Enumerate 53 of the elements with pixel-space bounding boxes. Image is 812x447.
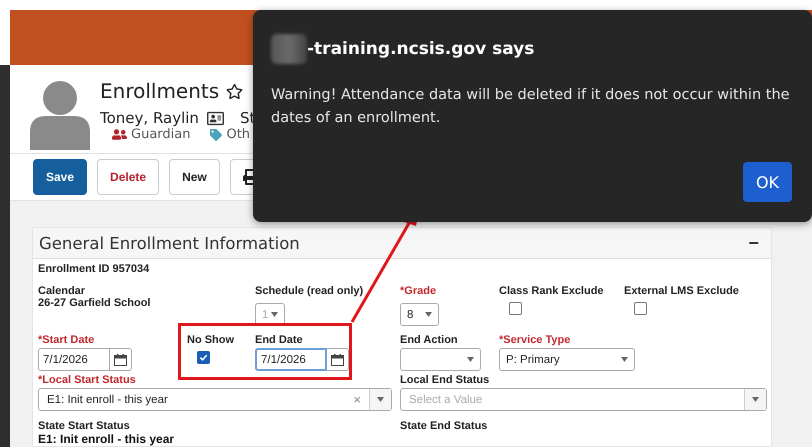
grade-select[interactable]: 8: [400, 303, 439, 326]
field-label: External LMS Exclude: [624, 285, 739, 297]
field-label: *Service Type: [499, 334, 570, 346]
toolbar-button[interactable]: Delete: [97, 159, 160, 195]
star-icon[interactable]: [226, 82, 244, 100]
dialog-title: -training.ncsis.gov says: [307, 39, 534, 59]
local-start-status-select[interactable]: E1: Init enroll - this year ×: [38, 388, 392, 411]
collapse-button[interactable]: −: [748, 232, 759, 254]
student-name: Toney, Raylin: [100, 109, 199, 127]
enrollment-id: Enrollment ID 957034: [38, 263, 150, 275]
header-link[interactable]: Oth: [210, 127, 250, 142]
field-label: *Grade: [400, 285, 436, 297]
field-label: *Local Start Status: [38, 374, 136, 386]
calendar-value: 26-27 Garfield School: [38, 297, 150, 309]
checkbox[interactable]: [634, 302, 647, 315]
field-label: End Date: [255, 334, 303, 346]
blurred-mark: [271, 34, 307, 64]
field-label: End Action: [400, 334, 458, 346]
field-label: Local End Status: [400, 374, 490, 386]
checkbox[interactable]: [509, 302, 522, 315]
field-label: *Start Date: [38, 334, 94, 346]
people-icon: [112, 127, 127, 142]
calendar-icon: [114, 354, 127, 366]
field-label: Calendar: [38, 285, 86, 297]
toolbar-button[interactable]: Save: [33, 159, 88, 195]
caret-icon: [752, 397, 759, 402]
header-link[interactable]: Guardian: [112, 127, 190, 142]
field-label: No Show: [187, 334, 234, 346]
calendar-icon: [331, 354, 344, 366]
caret-icon: [467, 357, 474, 362]
tag-icon: [210, 128, 222, 140]
start-date-field[interactable]: 7/1/2026: [38, 348, 110, 371]
service-type-select[interactable]: P: Primary: [499, 348, 635, 371]
field-label: State End Status: [400, 420, 488, 432]
panel-title: General Enrollment Information: [39, 234, 300, 252]
end-date-field[interactable]: 7/1/2026: [255, 348, 327, 371]
caret-icon: [425, 312, 432, 317]
state-start-status-value: E1: Init enroll - this year: [38, 432, 174, 446]
dialog-message: Warning! Attendance data will be deleted if it does not occur within the dates of an enrollment.: [271, 86, 791, 128]
contact-card-icon[interactable]: [206, 110, 224, 126]
caret-icon: [271, 312, 278, 317]
avatar-icon: [30, 80, 90, 150]
page-title: Enrollments: [100, 79, 220, 103]
toolbar-button[interactable]: New: [169, 159, 220, 195]
calendar-button[interactable]: [327, 348, 349, 371]
caret-icon: [621, 357, 628, 362]
field-label: State Start Status: [38, 420, 130, 432]
field-label: Class Rank Exclude: [499, 285, 604, 297]
caret-icon: [377, 397, 384, 402]
checkbox[interactable]: [197, 351, 210, 364]
field-label: Schedule (read only): [255, 285, 364, 297]
ok-button[interactable]: OK: [743, 162, 792, 202]
calendar-button[interactable]: [110, 348, 132, 371]
